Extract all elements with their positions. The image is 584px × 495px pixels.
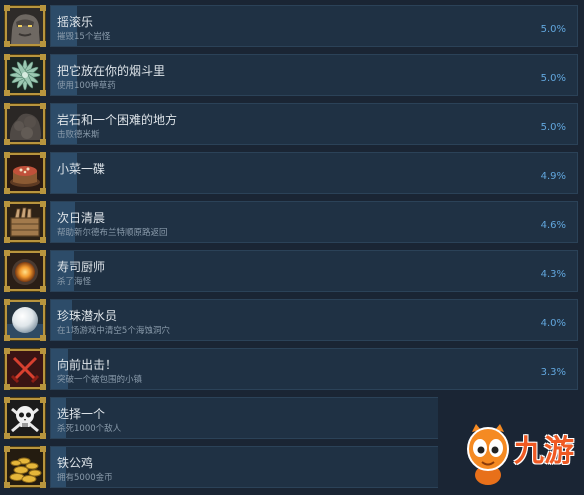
achievement-title: 寿司厨师 <box>57 260 106 274</box>
achievement-bar: 寿司厨师 杀了海怪 4.3% <box>50 250 578 292</box>
achievement-bar: 珍珠潜水员 在1场游戏中清空5个海蚀洞穴 4.0% <box>50 299 578 341</box>
achievement-bar: 岩石和一个困难的地方 击败德米斯 5.0% <box>50 103 578 145</box>
unlock-percentage: 4.3% <box>540 269 566 280</box>
watermark: 九游 <box>438 396 584 495</box>
achievement-row: 寿司厨师 杀了海怪 4.3% <box>0 250 584 292</box>
achievement-title: 小菜一碟 <box>57 162 106 176</box>
rock-icon <box>4 103 46 145</box>
achievement-bar: 把它放在你的烟斗里 使用100种草药 5.0% <box>50 54 578 96</box>
crate-icon <box>4 201 46 243</box>
achievement-title: 珍珠潜水员 <box>57 309 118 323</box>
unlock-percentage: 5.0% <box>540 73 566 84</box>
achievement-title: 铁公鸡 <box>57 456 94 470</box>
rock-golem-icon <box>4 5 46 47</box>
skull-icon <box>4 397 46 439</box>
mascot-icon <box>467 424 509 485</box>
achievement-row: 珍珠潜水员 在1场游戏中清空5个海蚀洞穴 4.0% <box>0 299 584 341</box>
achievement-title: 选择一个 <box>57 407 106 421</box>
achievement-row: 岩石和一个困难的地方 击败德米斯 5.0% <box>0 103 584 145</box>
achievement-bar: 向前出击！ 突破一个被包围的小镇 3.3% <box>50 348 578 390</box>
unlock-percentage: 5.0% <box>540 122 566 133</box>
unlock-percentage: 4.6% <box>540 220 566 231</box>
achievement-title: 岩石和一个困难的地方 <box>57 113 178 127</box>
unlock-percentage: 4.0% <box>540 318 566 329</box>
achievement-row: 把它放在你的烟斗里 使用100种草药 5.0% <box>0 54 584 96</box>
unlock-percentage: 3.3% <box>540 367 566 378</box>
achievement-description: 摧毁15个岩怪 <box>57 32 111 42</box>
achievement-description: 突破一个被包围的小镇 <box>57 375 143 385</box>
achievement-bar: 摇滚乐 摧毁15个岩怪 5.0% <box>50 5 578 47</box>
achievement-description: 使用100种草药 <box>57 81 116 91</box>
achievement-title: 向前出击！ <box>57 358 118 372</box>
herb-icon <box>4 54 46 96</box>
pearl-icon <box>4 299 46 341</box>
fire-pot-icon <box>4 250 46 292</box>
achievement-bar: 小菜一碟 4.9% <box>50 152 578 194</box>
achievement-description: 拥有5000金币 <box>57 473 113 483</box>
achievement-title: 摇滚乐 <box>57 15 94 29</box>
unlock-percentage: 4.9% <box>540 171 566 182</box>
unlock-percentage: 5.0% <box>540 24 566 35</box>
achievement-row: 小菜一碟 4.9% <box>0 152 584 194</box>
achievement-row: 向前出击！ 突破一个被包围的小镇 3.3% <box>0 348 584 390</box>
achievement-title: 把它放在你的烟斗里 <box>57 64 166 78</box>
achievement-title: 次日清晨 <box>57 211 106 225</box>
achievement-bar: 次日清晨 帮助新尔德布兰特顺原路返回 4.6% <box>50 201 578 243</box>
achievement-description: 帮助新尔德布兰特顺原路返回 <box>57 228 168 238</box>
achievement-description: 杀死1000个敌人 <box>57 424 122 434</box>
crossed-swords-icon <box>4 348 46 390</box>
achievement-row: 次日清晨 帮助新尔德布兰特顺原路返回 4.6% <box>0 201 584 243</box>
dish-icon <box>4 152 46 194</box>
watermark-text: 九游 <box>514 434 574 469</box>
gold-coins-icon <box>4 446 46 488</box>
achievement-description: 在1场游戏中清空5个海蚀洞穴 <box>57 326 170 336</box>
achievement-row: 摇滚乐 摧毁15个岩怪 5.0% <box>0 5 584 47</box>
achievement-description: 击败德米斯 <box>57 130 100 140</box>
achievement-description: 杀了海怪 <box>57 277 92 287</box>
